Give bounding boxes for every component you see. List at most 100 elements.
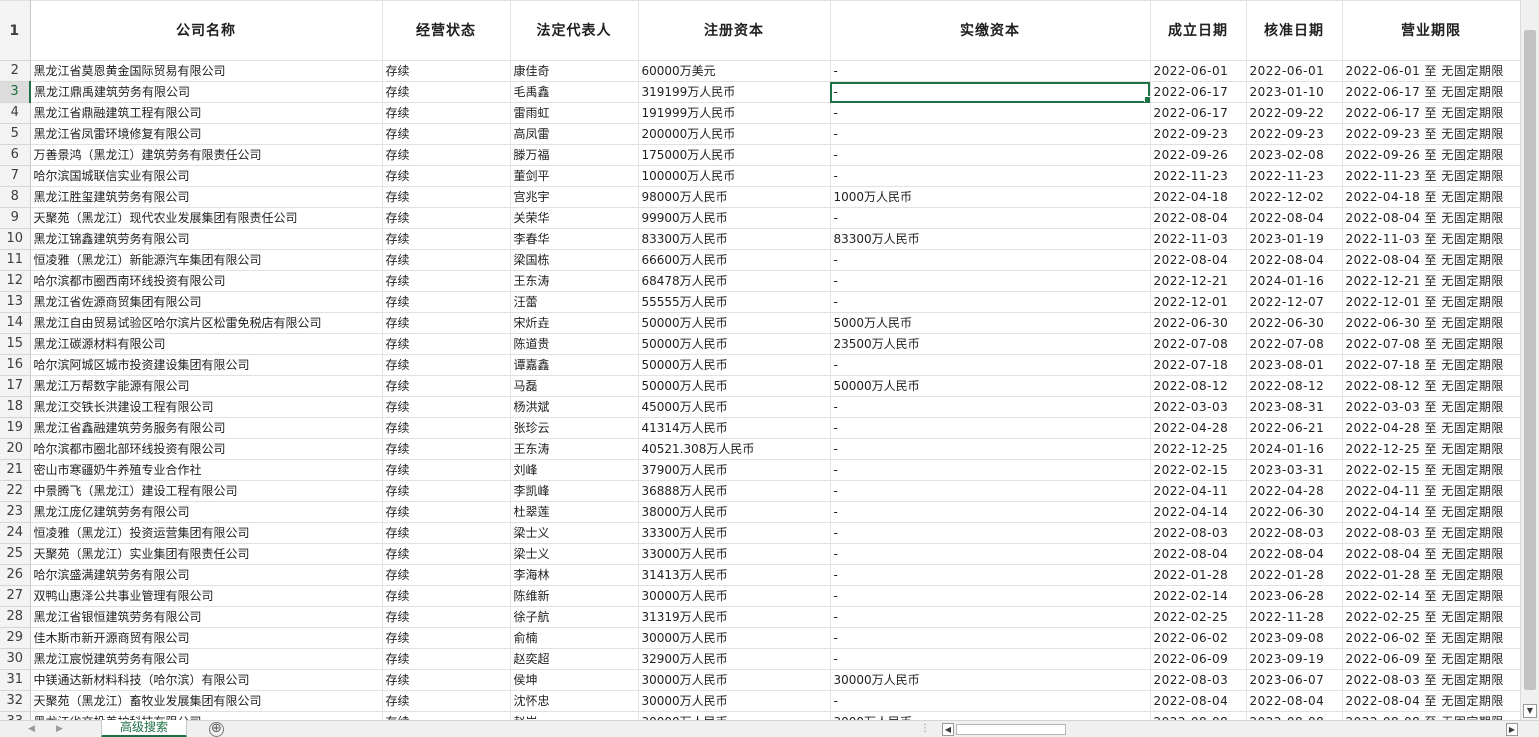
cell-paid-capital[interactable]: 23500万人民币	[830, 333, 1151, 355]
cell-founded-date[interactable]: 2022-07-18	[1150, 354, 1247, 376]
cell-approval-date[interactable]: 2022-08-04	[1246, 207, 1343, 229]
cell-registered-capital[interactable]: 30000万人民币	[638, 669, 831, 691]
cell-founded-date[interactable]: 2022-06-02	[1150, 627, 1247, 649]
cell-founded-date[interactable]: 2022-04-18	[1150, 186, 1247, 208]
cell-business-term[interactable]: 2022-09-23 至 无固定期限	[1342, 123, 1520, 145]
cell-founded-date[interactable]: 2022-08-04	[1150, 690, 1247, 712]
cell-approval-date[interactable]: 2022-12-02	[1246, 186, 1343, 208]
row-number[interactable]: 17	[0, 375, 31, 397]
tab-split-handle-icon[interactable]: ⋮	[920, 723, 930, 735]
cell-founded-date[interactable]: 2022-12-21	[1150, 270, 1247, 292]
cell-founded-date[interactable]: 2022-08-04	[1150, 207, 1247, 229]
cell-founded-date[interactable]: 2022-04-14	[1150, 501, 1247, 523]
cell-approval-date[interactable]: 2023-03-31	[1246, 459, 1343, 481]
cell-registered-capital[interactable]: 50000万人民币	[638, 333, 831, 355]
cell-business-term[interactable]: 2022-06-17 至 无固定期限	[1342, 81, 1520, 103]
cell-paid-capital[interactable]: -	[830, 354, 1151, 376]
cell-legal-rep[interactable]: 侯坤	[510, 669, 639, 691]
cell-business-term[interactable]: 2022-08-04 至 无固定期限	[1342, 543, 1520, 565]
cell-founded-date[interactable]: 2022-04-28	[1150, 417, 1247, 439]
cell-approval-date[interactable]: 2022-08-08	[1246, 711, 1343, 720]
cell-legal-rep[interactable]: 梁国栋	[510, 249, 639, 271]
add-sheet-icon[interactable]: ⊕	[209, 722, 224, 737]
cell-approval-date[interactable]: 2023-09-19	[1246, 648, 1343, 670]
cell-founded-date[interactable]: 2022-08-04	[1150, 543, 1247, 565]
cell-business-term[interactable]: 2022-08-04 至 无固定期限	[1342, 690, 1520, 712]
cell-founded-date[interactable]: 2022-08-12	[1150, 375, 1247, 397]
cell-registered-capital[interactable]: 36888万人民币	[638, 480, 831, 502]
row-number[interactable]: 24	[0, 522, 31, 544]
cell-registered-capital[interactable]: 50000万人民币	[638, 312, 831, 334]
cell-status[interactable]: 存续	[382, 228, 511, 250]
cell-business-term[interactable]: 2022-01-28 至 无固定期限	[1342, 564, 1520, 586]
cell-approval-date[interactable]: 2023-08-31	[1246, 396, 1343, 418]
next-sheet-icon[interactable]: ▶	[56, 722, 63, 736]
cell-approval-date[interactable]: 2022-06-01	[1246, 60, 1343, 82]
cell-founded-date[interactable]: 2022-06-30	[1150, 312, 1247, 334]
cell-founded-date[interactable]: 2022-11-03	[1150, 228, 1247, 250]
scroll-right-icon[interactable]: ▶	[1506, 723, 1518, 736]
cell-status[interactable]: 存续	[382, 291, 511, 313]
cell-status[interactable]: 存续	[382, 459, 511, 481]
cell-paid-capital[interactable]: 50000万人民币	[830, 375, 1151, 397]
cell-status[interactable]: 存续	[382, 648, 511, 670]
cell-paid-capital[interactable]: -	[830, 564, 1151, 586]
cell-status[interactable]: 存续	[382, 606, 511, 628]
cell-founded-date[interactable]: 2022-12-01	[1150, 291, 1247, 313]
row-number[interactable]: 19	[0, 417, 31, 439]
cell-business-term[interactable]: 2022-07-08 至 无固定期限	[1342, 333, 1520, 355]
cell-paid-capital[interactable]: 30000万人民币	[830, 669, 1151, 691]
row-number[interactable]: 6	[0, 144, 31, 166]
cell-registered-capital[interactable]: 32900万人民币	[638, 648, 831, 670]
cell-legal-rep[interactable]: 董剑平	[510, 165, 639, 187]
cell-paid-capital[interactable]: -	[830, 648, 1151, 670]
row-number[interactable]: 25	[0, 543, 31, 565]
cell-business-term[interactable]: 2022-06-09 至 无固定期限	[1342, 648, 1520, 670]
cell-paid-capital[interactable]: -	[830, 291, 1151, 313]
cell-paid-capital[interactable]: -	[830, 522, 1151, 544]
prev-sheet-icon[interactable]: ◀	[28, 722, 35, 736]
cell-registered-capital[interactable]: 30000万人民币	[638, 585, 831, 607]
cell-founded-date[interactable]: 2022-02-25	[1150, 606, 1247, 628]
cell-status[interactable]: 存续	[382, 543, 511, 565]
cell-registered-capital[interactable]: 50000万人民币	[638, 375, 831, 397]
cell-paid-capital[interactable]: -	[830, 690, 1151, 712]
cell-paid-capital[interactable]: -	[830, 627, 1151, 649]
cell-status[interactable]: 存续	[382, 270, 511, 292]
active-cell[interactable]: -	[830, 81, 1151, 103]
cell-business-term[interactable]: 2022-06-30 至 无固定期限	[1342, 312, 1520, 334]
cell-status[interactable]: 存续	[382, 375, 511, 397]
column-header-approval-date[interactable]: 核准日期	[1246, 0, 1343, 61]
cell-registered-capital[interactable]: 175000万人民币	[638, 144, 831, 166]
cell-legal-rep[interactable]: 赵奕超	[510, 648, 639, 670]
cell-paid-capital[interactable]: -	[830, 438, 1151, 460]
row-number[interactable]: 30	[0, 648, 31, 670]
cell-founded-date[interactable]: 2022-09-23	[1150, 123, 1247, 145]
cell-business-term[interactable]: 2022-02-15 至 无固定期限	[1342, 459, 1520, 481]
cell-company-name[interactable]: 黑龙江省莫恩黄金国际贸易有限公司	[30, 60, 383, 82]
cell-company-name[interactable]: 黑龙江交铁长洪建设工程有限公司	[30, 396, 383, 418]
row-number[interactable]: 7	[0, 165, 31, 187]
cell-approval-date[interactable]: 2022-11-23	[1246, 165, 1343, 187]
cell-company-name[interactable]: 黑龙江省凤雷环境修复有限公司	[30, 123, 383, 145]
cell-approval-date[interactable]: 2022-06-21	[1246, 417, 1343, 439]
cell-legal-rep[interactable]: 宫兆宇	[510, 186, 639, 208]
column-header-registered-capital[interactable]: 注册资本	[638, 0, 831, 61]
row-number[interactable]: 15	[0, 333, 31, 355]
cell-founded-date[interactable]: 2022-12-25	[1150, 438, 1247, 460]
cell-registered-capital[interactable]: 60000万美元	[638, 60, 831, 82]
cell-founded-date[interactable]: 2022-08-03	[1150, 669, 1247, 691]
cell-company-name[interactable]: 哈尔滨阿城区城市投资建设集团有限公司	[30, 354, 383, 376]
cell-business-term[interactable]: 2022-08-08 至 无固定期限	[1342, 711, 1520, 720]
cell-legal-rep[interactable]: 张珍云	[510, 417, 639, 439]
cell-business-term[interactable]: 2022-06-17 至 无固定期限	[1342, 102, 1520, 124]
cell-registered-capital[interactable]: 100000万人民币	[638, 165, 831, 187]
cell-legal-rep[interactable]: 徐子航	[510, 606, 639, 628]
cell-approval-date[interactable]: 2022-09-23	[1246, 123, 1343, 145]
cell-paid-capital[interactable]: -	[830, 144, 1151, 166]
cell-status[interactable]: 存续	[382, 627, 511, 649]
cell-approval-date[interactable]: 2022-08-12	[1246, 375, 1343, 397]
cell-company-name[interactable]: 哈尔滨都市圈西南环线投资有限公司	[30, 270, 383, 292]
cell-company-name[interactable]: 黑龙江庞亿建筑劳务有限公司	[30, 501, 383, 523]
cell-status[interactable]: 存续	[382, 144, 511, 166]
